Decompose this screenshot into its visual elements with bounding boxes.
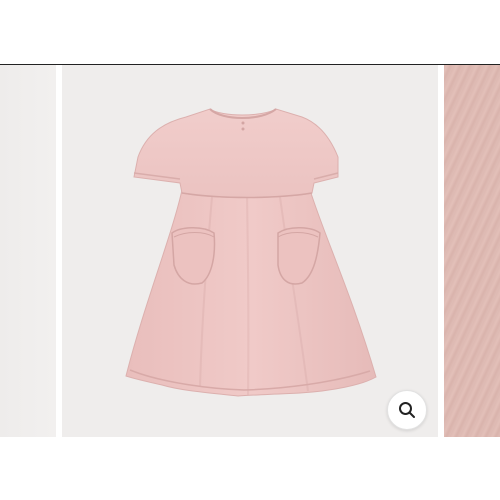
magnifier-icon (399, 402, 415, 418)
left-pocket (171, 227, 216, 285)
fabric-texture-closeup-image[interactable] (444, 65, 500, 437)
previous-product-image[interactable] (0, 65, 56, 437)
dress-skirt (125, 189, 377, 397)
dress-photo (125, 108, 377, 397)
dress-bodice (133, 108, 339, 198)
zoom-button[interactable] (387, 390, 427, 430)
pink-short-sleeve-dress-image[interactable] (62, 65, 438, 437)
product-image-carousel[interactable] (0, 65, 500, 437)
